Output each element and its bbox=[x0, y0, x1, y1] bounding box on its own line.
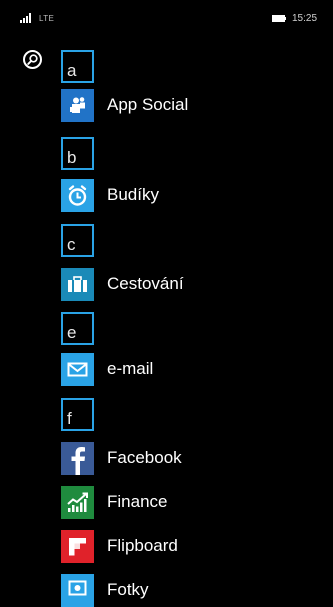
letter-tile-a[interactable]: a bbox=[61, 50, 94, 83]
app-label: Cestování bbox=[107, 274, 184, 293]
app-label: Flipboard bbox=[107, 536, 178, 555]
app-item-cestovani[interactable]: Cestování bbox=[61, 268, 321, 301]
flipboard-icon bbox=[61, 530, 94, 563]
app-label: App Social bbox=[107, 95, 189, 114]
app-item-finance[interactable]: Finance bbox=[61, 486, 321, 519]
app-label: Budíky bbox=[107, 185, 159, 204]
app-item-fotky[interactable]: Fotky bbox=[61, 574, 321, 607]
app-social-icon bbox=[61, 89, 94, 122]
letter-tile-f[interactable]: f bbox=[61, 398, 94, 431]
alarm-clock-icon bbox=[61, 179, 94, 212]
letter-tile-c[interactable]: c bbox=[61, 224, 94, 257]
app-label: Fotky bbox=[107, 580, 149, 599]
envelope-icon bbox=[61, 353, 94, 386]
app-item-flipboard[interactable]: Flipboard bbox=[61, 530, 321, 563]
app-list: a App Social b Budíky c Cestování e e-ma… bbox=[0, 0, 333, 607]
finance-chart-icon bbox=[61, 486, 94, 519]
letter-tile-e[interactable]: e bbox=[61, 312, 94, 345]
app-item-facebook[interactable]: Facebook bbox=[61, 442, 321, 475]
app-label: e-mail bbox=[107, 359, 154, 378]
facebook-icon bbox=[61, 442, 94, 475]
letter-tile-label: c bbox=[67, 235, 76, 254]
app-item-budiky[interactable]: Budíky bbox=[61, 179, 321, 212]
app-label: Finance bbox=[107, 492, 168, 511]
letter-tile-label: a bbox=[67, 61, 77, 80]
letter-tile-label: e bbox=[67, 323, 77, 342]
suitcase-icon bbox=[61, 268, 94, 301]
app-item-app-social[interactable]: App Social bbox=[61, 89, 321, 122]
app-label: Facebook bbox=[107, 448, 182, 467]
photos-icon bbox=[61, 574, 94, 607]
letter-tile-label: b bbox=[67, 148, 77, 167]
letter-tile-label: f bbox=[67, 409, 72, 428]
letter-tile-b[interactable]: b bbox=[61, 137, 94, 170]
app-item-e-mail[interactable]: e-mail bbox=[61, 353, 321, 386]
